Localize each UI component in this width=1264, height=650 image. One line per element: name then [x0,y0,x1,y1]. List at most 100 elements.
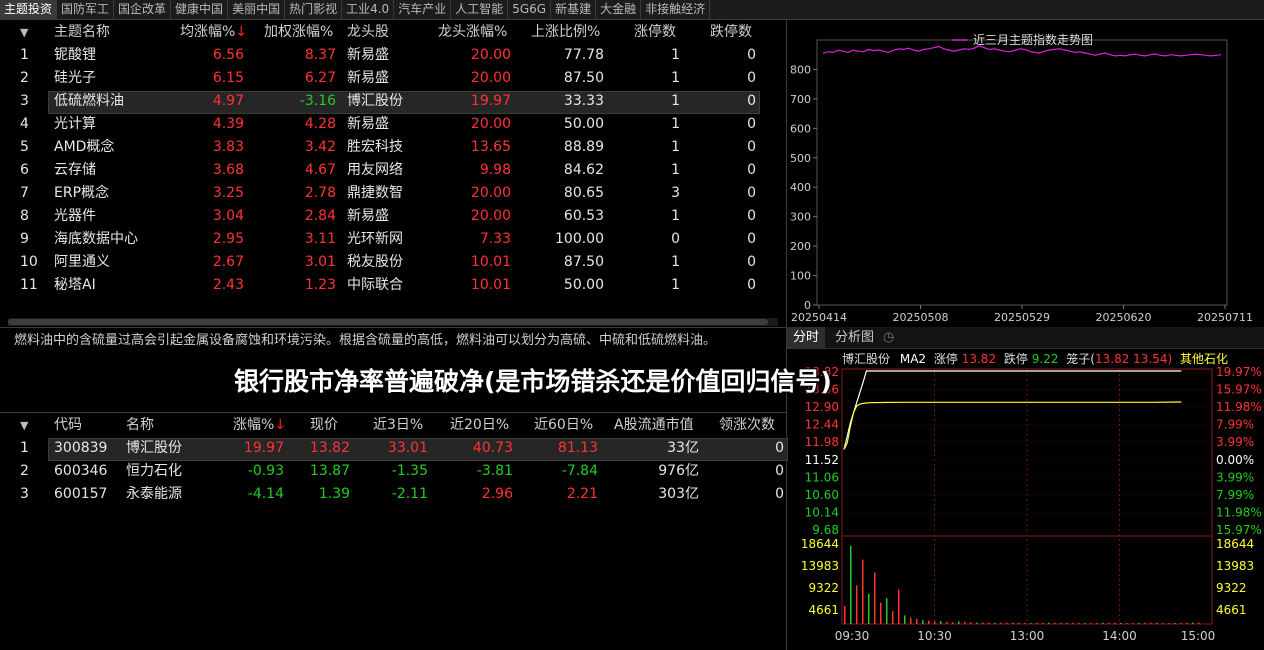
col-header-float-cap[interactable]: A股流通市值 [614,414,694,437]
tab-3[interactable]: 健康中国 [171,0,229,19]
tab-9[interactable]: 5G6G [508,0,552,19]
theme-name[interactable]: 铌酸锂 [54,44,96,67]
stock-code[interactable]: 300839 [54,437,107,460]
stock-name[interactable]: 永泰能源 [126,483,182,506]
col-header-avg-change[interactable]: 均涨幅%↓ [180,21,247,44]
col-header-limit-up[interactable]: 涨停数 [634,21,676,44]
stock-row[interactable]: 1 300839 博汇股份 19.97 13.82 33.01 40.73 81.13 33亿 0 [8,437,788,461]
tab-2[interactable]: 国企改革 [114,0,172,19]
col-header-name[interactable]: 名称 [126,414,154,437]
theme-name[interactable]: 光器件 [54,205,96,228]
volume-bar [1198,622,1200,624]
tab-1[interactable]: 国防军工 [57,0,115,19]
theme-row[interactable]: 10 阿里通义 2.67 3.01 税友股份 10.01 87.50 1 0 [8,251,760,274]
theme-description: 燃料油中的含硫量过高会引起金属设备腐蚀和环境污染。根据含硫量的高低，燃料油可以划… [14,333,717,348]
theme-row[interactable]: 6 云存储 3.68 4.67 用友网络 9.98 84.62 1 0 [8,159,760,182]
stock-row[interactable]: 2 600346 恒力石化 -0.93 13.87 -1.35 -3.81 -7.84 976亿… [8,460,786,483]
col-header-60day[interactable]: 近60日% [534,414,593,437]
theme-row[interactable]: 9 海底数据中心 2.95 3.11 光环新网 7.33 100.00 0 0 [8,228,760,251]
theme-row[interactable]: 4 光计算 4.39 4.28 新易盛 20.00 50.00 1 0 [8,113,760,136]
col-header-leader-change[interactable]: 龙头涨幅% [438,21,507,44]
volume-tick-label-right: 13983 [1216,559,1254,573]
tab-0[interactable]: 主题投资 [0,0,58,19]
col-header-up-ratio[interactable]: 上涨比例% [531,21,600,44]
theme-name[interactable]: 低硫燃料油 [54,90,124,113]
theme-name[interactable]: 硅光子 [54,67,96,90]
stock-row[interactable]: 3 600157 永泰能源 -4.14 1.39 -2.11 2.96 2.21 303亿 0 [8,483,786,506]
tab-10[interactable]: 新基建 [551,0,597,19]
legend-limit-down-value: 9.22 [1031,352,1059,366]
float-market-cap: 976亿 [658,463,699,479]
leader-stock[interactable]: 胜宏科技 [347,136,403,159]
tab-12[interactable]: 非接触经济 [641,0,711,19]
tab-8[interactable]: 人工智能 [451,0,509,19]
col-header-leader-stock[interactable]: 龙头股 [347,21,389,44]
volume-bar [1132,623,1134,624]
tab-5[interactable]: 热门影视 [285,0,343,19]
leader-stock[interactable]: 鼎捷数智 [347,182,403,205]
pct-tick-label: 19.97% [1216,365,1262,379]
leader-stock[interactable]: 新易盛 [347,205,389,228]
theme-row[interactable]: 11 秘塔AI 2.43 1.23 中际联合 10.01 50.00 1 0 [8,274,760,297]
stock-code[interactable]: 600346 [54,460,107,483]
leader-stock[interactable]: 新易盛 [347,113,389,136]
limit-up-count: 1 [671,47,680,63]
theme-name[interactable]: ERP概念 [54,182,109,205]
legend-other-sector[interactable]: 其他石化 [1180,352,1228,366]
stock-code[interactable]: 600157 [54,483,107,506]
leader-stock[interactable]: 博汇股份 [347,90,403,113]
col-header-3day[interactable]: 近3日% [373,414,423,437]
tab-6[interactable]: 工业4.0 [342,0,395,19]
leader-stock[interactable]: 税友股份 [347,251,403,274]
theme-row[interactable]: 2 硅光子 6.15 6.27 新易盛 20.00 87.50 1 0 [8,67,760,90]
col-header-20day[interactable]: 近20日% [450,414,509,437]
up-ratio: 87.50 [563,70,604,86]
col-header-change[interactable]: 涨幅%↓ [233,414,286,437]
volume-bar [1150,622,1152,624]
limit-up-count: 1 [671,254,680,270]
theme-row[interactable]: 7 ERP概念 3.25 2.78 鼎捷数智 20.00 80.65 3 0 [8,182,760,205]
col-header-theme-name[interactable]: 主题名称 [54,21,110,44]
volume-bar [1090,623,1092,624]
theme-table-scrollbar[interactable] [8,318,778,326]
change-60day: 2.21 [566,486,598,502]
theme-name[interactable]: 海底数据中心 [54,228,138,251]
theme-name[interactable]: AMD概念 [54,136,114,159]
col-header-price[interactable]: 现价 [310,414,338,437]
tab-7[interactable]: 汽车产业 [394,0,452,19]
theme-name[interactable]: 光计算 [54,113,96,136]
theme-row[interactable]: 5 AMD概念 3.83 3.42 胜宏科技 13.65 88.89 1 0 [8,136,760,159]
row-index: 10 [20,254,38,270]
stock-name[interactable]: 博汇股份 [126,437,182,460]
tab-analysis[interactable]: 分析图 [829,327,880,348]
theme-row[interactable]: 3 低硫燃料油 4.97 -3.16 博汇股份 19.97 33.33 1 0 [8,90,760,114]
col-header-code[interactable]: 代码 [54,414,82,437]
theme-name[interactable]: 阿里通义 [54,251,110,274]
theme-name[interactable]: 云存储 [54,159,96,182]
theme-row[interactable]: 1 铌酸锂 6.56 8.37 新易盛 20.00 77.78 1 0 [8,44,760,67]
clock-icon[interactable]: ◷ [877,327,900,348]
theme-name[interactable]: 秘塔AI [54,274,96,297]
collapse-triangle-icon[interactable]: ▼ [20,414,28,437]
tab-intraday[interactable]: 分时 [787,327,826,348]
leader-stock[interactable]: 新易盛 [347,44,389,67]
tab-11[interactable]: 大金融 [596,0,642,19]
volume-bar [880,602,882,624]
leader-stock[interactable]: 中际联合 [347,274,403,297]
col-header-limit-down[interactable]: 跌停数 [710,21,752,44]
theme-tab-bar: 主题投资 国防军工 国企改革 健康中国 美丽中国 热门影视 工业4.0 汽车产业 人工智能 5G6… [0,0,1264,20]
lead-times: 0 [775,463,784,479]
leader-stock[interactable]: 新易盛 [347,67,389,90]
tab-4[interactable]: 美丽中国 [228,0,286,19]
stock-name[interactable]: 恒力石化 [126,460,182,483]
leader-stock[interactable]: 光环新网 [347,228,403,251]
intraday-chart-svg: 13.82 19.97%13.36 15.97%12.90 11.98%12.44 7.… [801,365,1262,643]
leader-stock[interactable]: 用友网络 [347,159,403,182]
limit-down-count: 0 [747,47,756,63]
stock-price: 1.39 [318,486,350,502]
collapse-triangle-icon[interactable]: ▼ [20,21,28,44]
col-header-lead-times[interactable]: 领涨次数 [719,414,775,437]
theme-row[interactable]: 8 光器件 3.04 2.84 新易盛 20.00 60.53 1 0 [8,205,760,228]
col-header-weighted-change[interactable]: 加权涨幅% [264,21,333,44]
trend-series-line [822,45,1222,57]
